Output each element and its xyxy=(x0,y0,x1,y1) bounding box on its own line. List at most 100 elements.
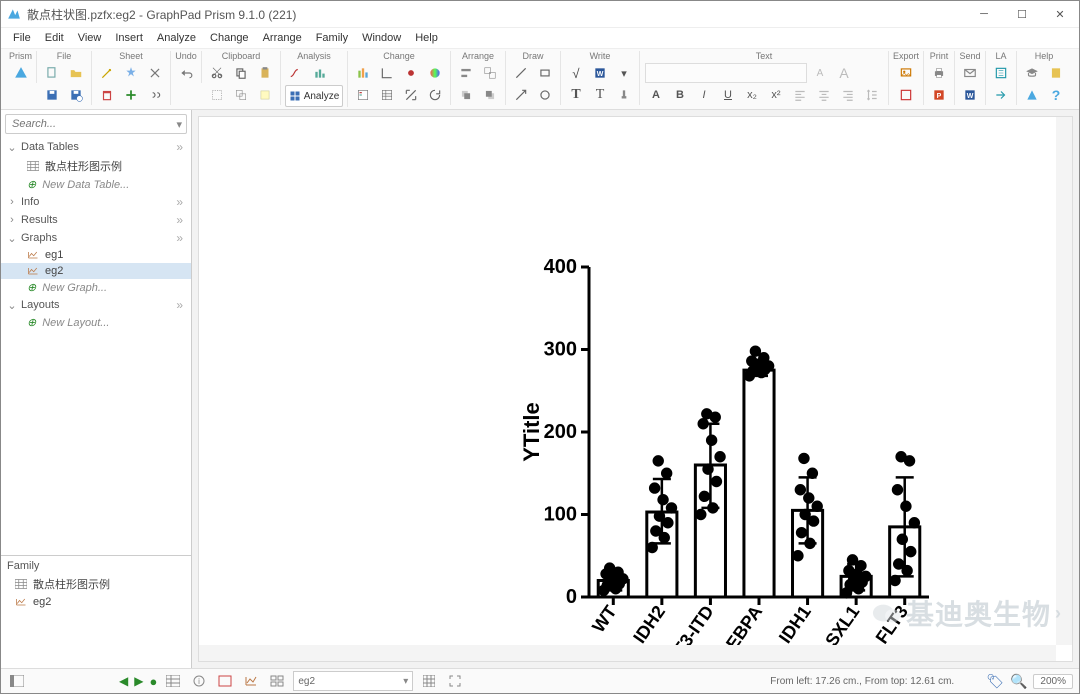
section-more-icon[interactable]: » xyxy=(174,140,185,154)
menu-help[interactable]: Help xyxy=(409,30,444,46)
menu-insert[interactable]: Insert xyxy=(109,30,149,46)
zoom-level[interactable]: 200% xyxy=(1033,674,1073,689)
scrollbar-horizontal[interactable] xyxy=(199,645,1056,661)
change-rotate-icon[interactable] xyxy=(424,85,446,105)
select-all-icon[interactable] xyxy=(206,85,228,105)
sb-layout-view-icon[interactable] xyxy=(267,672,287,690)
sb-panel-toggle-icon[interactable] xyxy=(7,672,27,690)
send-ppt-icon[interactable]: P xyxy=(928,85,950,105)
nav-first-icon[interactable]: ◀ xyxy=(119,674,128,688)
search-dropdown-icon[interactable]: ▾ xyxy=(176,118,182,131)
search-box[interactable]: ▾ xyxy=(5,114,187,134)
sb-grid-icon[interactable] xyxy=(419,672,439,690)
menu-arrange[interactable]: Arrange xyxy=(257,30,308,46)
line-spacing-icon[interactable] xyxy=(861,85,883,105)
sb-table-view-icon[interactable] xyxy=(163,672,183,690)
word-export-icon[interactable]: W xyxy=(589,63,611,83)
export-image-icon[interactable] xyxy=(895,63,917,83)
menu-view[interactable]: View xyxy=(72,30,108,46)
flag-icon[interactable]: 🏷 xyxy=(986,673,1004,690)
change-symbol-icon[interactable] xyxy=(400,63,422,83)
nav-cycle-icon[interactable]: ● xyxy=(149,674,157,689)
add-plus-icon[interactable] xyxy=(120,85,142,105)
font-combo[interactable] xyxy=(645,63,807,83)
paste-icon[interactable] xyxy=(254,63,276,83)
align-icon[interactable] xyxy=(455,63,477,83)
copy-icon[interactable] xyxy=(230,63,252,83)
section-more-icon[interactable]: » xyxy=(174,231,185,245)
change-data-icon[interactable] xyxy=(376,85,398,105)
stamp-icon[interactable] xyxy=(613,85,635,105)
front-icon[interactable] xyxy=(455,85,477,105)
text-tool-t2-icon[interactable]: T xyxy=(589,85,611,105)
new-sheet-star-icon[interactable] xyxy=(120,63,142,83)
menu-family[interactable]: Family xyxy=(310,30,354,46)
change-legend-icon[interactable] xyxy=(352,85,374,105)
export-set-icon[interactable] xyxy=(895,85,917,105)
undo-icon[interactable] xyxy=(175,63,197,83)
scrollbar-vertical[interactable] xyxy=(1056,117,1072,645)
align-right-icon[interactable] xyxy=(837,85,859,105)
print-icon[interactable] xyxy=(928,63,950,83)
align-left-icon[interactable] xyxy=(789,85,811,105)
nav-new-graph[interactable]: ⊕New Graph... xyxy=(1,279,191,296)
nav-new-layout[interactable]: ⊕New Layout... xyxy=(1,314,191,331)
close-button[interactable]: ✕ xyxy=(1041,1,1079,27)
nav-item-data-table[interactable]: 散点柱形图示例 xyxy=(1,156,191,176)
font-smaller-icon[interactable]: A xyxy=(809,63,831,83)
change-size-icon[interactable] xyxy=(400,85,422,105)
trash-icon[interactable] xyxy=(96,85,118,105)
text-tool-icon[interactable]: T xyxy=(565,85,587,105)
graph-viewport[interactable]: 0100200300400YTitleWTIDH2FLT3-ITDCEBPAID… xyxy=(198,116,1073,662)
section-more-icon[interactable]: » xyxy=(174,213,185,227)
search-input[interactable] xyxy=(10,117,172,131)
highlight-icon[interactable] xyxy=(254,85,276,105)
save-as-icon[interactable] xyxy=(65,85,87,105)
bold-icon[interactable]: B xyxy=(669,85,691,105)
sb-results-view-icon[interactable] xyxy=(215,672,235,690)
menu-file[interactable]: File xyxy=(7,30,37,46)
nav-section-info[interactable]: ›Info» xyxy=(1,193,191,211)
nav-item-graph-eg2[interactable]: eg2 xyxy=(1,263,191,279)
sheet-selector[interactable]: eg2▾ xyxy=(293,671,413,691)
change-axes-icon[interactable] xyxy=(376,63,398,83)
menu-edit[interactable]: Edit xyxy=(39,30,70,46)
nav-item-graph-eg1[interactable]: eg1 xyxy=(1,247,191,263)
menu-window[interactable]: Window xyxy=(356,30,407,46)
cut-icon[interactable] xyxy=(206,63,228,83)
sb-expand-icon[interactable] xyxy=(445,672,465,690)
duplicate-icon[interactable] xyxy=(230,85,252,105)
family-item-table[interactable]: 散点柱形图示例 xyxy=(1,574,191,594)
section-more-icon[interactable]: » xyxy=(174,298,185,312)
zoom-out-icon[interactable]: 🔍 xyxy=(1010,673,1027,690)
help-book-icon[interactable] xyxy=(1045,63,1067,83)
nav-section-results[interactable]: ›Results» xyxy=(1,211,191,229)
labarchives-icon[interactable] xyxy=(990,63,1012,83)
draw-line-icon[interactable] xyxy=(510,63,532,83)
sb-info-view-icon[interactable]: i xyxy=(189,672,209,690)
font-color-icon[interactable]: A xyxy=(645,85,667,105)
prism-home-icon[interactable] xyxy=(10,63,32,83)
open-file-icon[interactable] xyxy=(65,63,87,83)
prism-triangle-icon[interactable] xyxy=(1021,85,1043,105)
sb-graph-view-icon[interactable] xyxy=(241,672,261,690)
save-icon[interactable] xyxy=(41,85,63,105)
maximize-button[interactable]: ☐ xyxy=(1003,1,1041,27)
help-question-icon[interactable]: ? xyxy=(1045,85,1067,105)
new-file-icon[interactable] xyxy=(41,63,63,83)
send-word-icon[interactable]: W xyxy=(959,85,981,105)
draw-rect-icon[interactable] xyxy=(534,63,556,83)
family-item-graph[interactable]: eg2 xyxy=(1,594,191,610)
menu-analyze[interactable]: Analyze xyxy=(151,30,202,46)
italic-icon[interactable]: I xyxy=(693,85,715,105)
sqrt-icon[interactable]: √ xyxy=(565,63,587,83)
delete-x-icon[interactable] xyxy=(144,63,166,83)
section-more-icon[interactable]: » xyxy=(174,195,185,209)
change-color-icon[interactable] xyxy=(424,63,446,83)
menu-change[interactable]: Change xyxy=(204,30,255,46)
nav-new-data-table[interactable]: ⊕New Data Table... xyxy=(1,176,191,193)
stats-icon[interactable] xyxy=(309,63,331,83)
minimize-button[interactable]: ─ xyxy=(965,1,1003,27)
text-dropdown-icon[interactable]: ▾ xyxy=(613,63,635,83)
draw-arrow-icon[interactable] xyxy=(510,85,532,105)
